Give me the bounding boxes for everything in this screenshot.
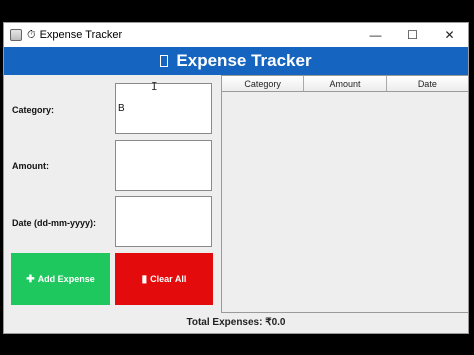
date-field[interactable]	[115, 196, 212, 247]
table-header: Category Amount Date	[222, 76, 468, 92]
minimize-button[interactable]: —	[357, 23, 394, 47]
minimize-icon: —	[369, 28, 382, 42]
maximize-button[interactable]: ☐	[394, 23, 431, 47]
ibeam-cursor-icon: I	[151, 80, 158, 93]
window-title: Expense Tracker	[39, 29, 123, 41]
trash-icon: ▮	[141, 273, 148, 285]
header-banner: Expense Tracker	[4, 47, 468, 75]
total-expenses: Total Expenses: ₹0.0	[186, 317, 286, 328]
app-window: ⏱ Expense Tracker — ☐ ✕ Expense Tracker …	[3, 22, 469, 334]
add-expense-label: Add Expense	[37, 274, 95, 284]
column-header-amount[interactable]: Amount	[304, 76, 387, 91]
date-label: Date (dd-mm-yyyy):	[12, 218, 97, 228]
column-header-category[interactable]: Category	[222, 76, 305, 91]
java-app-icon	[10, 29, 22, 41]
clear-all-button[interactable]: ▮ Clear All	[115, 253, 213, 305]
stopwatch-icon: ⏱	[27, 28, 36, 41]
clear-all-label: Clear All	[150, 274, 187, 284]
plus-icon: ✚	[26, 273, 35, 285]
title-bar[interactable]: ⏱ Expense Tracker — ☐ ✕	[4, 23, 468, 47]
add-expense-button[interactable]: ✚ Add Expense	[11, 253, 110, 305]
category-field[interactable]	[115, 83, 212, 134]
amount-field[interactable]	[115, 140, 212, 191]
column-header-date[interactable]: Date	[387, 76, 468, 91]
missing-glyph-icon	[160, 55, 169, 67]
expense-table[interactable]: Category Amount Date	[221, 75, 468, 313]
maximize-icon: ☐	[407, 28, 418, 42]
banner-title: Expense Tracker	[176, 51, 312, 70]
close-icon: ✕	[444, 28, 455, 42]
close-button[interactable]: ✕	[431, 23, 468, 47]
amount-label: Amount:	[12, 161, 49, 171]
category-label: Category:	[12, 105, 55, 115]
window-controls: — ☐ ✕	[357, 23, 468, 47]
